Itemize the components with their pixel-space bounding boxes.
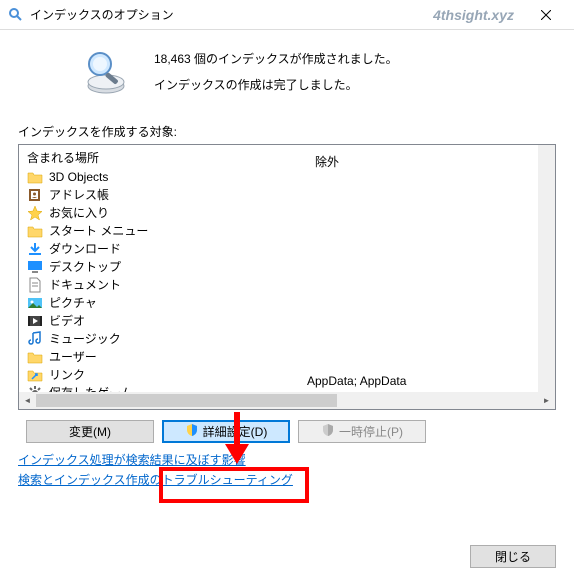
list-item-label: リンク <box>49 366 85 383</box>
list-item-label: デスクトップ <box>49 258 121 275</box>
scroll-right-button[interactable]: ► <box>538 392 555 409</box>
video-icon <box>27 313 43 329</box>
list-item-label: ユーザー <box>49 348 97 365</box>
advanced-label: 詳細設定(D) <box>203 423 268 440</box>
modify-label: 変更(M) <box>69 423 111 440</box>
scroll-track[interactable] <box>36 392 538 409</box>
titlebar: インデックスのオプション 4thsight.xyz <box>0 0 574 30</box>
troubleshoot-link[interactable]: 検索とインデックス作成のトラブルシューティング <box>18 471 556 488</box>
horizontal-scrollbar[interactable]: ◄ ► <box>19 392 555 409</box>
list-item[interactable]: 保存したゲーム <box>19 384 299 392</box>
list-item[interactable]: ピクチャ <box>19 294 299 312</box>
app-icon <box>8 7 24 23</box>
list-item[interactable]: ドキュメント <box>19 276 299 294</box>
window-title: インデックスのオプション <box>30 6 433 23</box>
list-item[interactable]: ビデオ <box>19 312 299 330</box>
list-item-label: 3D Objects <box>49 170 108 184</box>
download-icon <box>27 241 43 257</box>
addressbook-icon <box>27 187 43 203</box>
target-label: インデックスを作成する対象: <box>18 123 556 140</box>
list-item-label: ダウンロード <box>49 240 121 257</box>
pictures-icon <box>27 295 43 311</box>
included-column: 含まれる場所 3D Objects アドレス帳お気に入りスタート メニューダウンロ… <box>19 145 299 392</box>
list-item[interactable]: ダウンロード <box>19 240 299 258</box>
excluded-value: AppData; AppData <box>307 370 547 392</box>
list-item-label: 保存したゲーム <box>49 384 133 392</box>
close-icon <box>541 10 551 20</box>
star-icon <box>27 205 43 221</box>
list-item-label: ドキュメント <box>49 276 121 293</box>
advanced-button[interactable]: 詳細設定(D) <box>162 420 290 443</box>
list-item[interactable]: スタート メニュー <box>19 222 299 240</box>
pause-label: 一時停止(P) <box>339 423 403 440</box>
buttons-row: 変更(M) 詳細設定(D) 一時停止(P) <box>18 420 556 443</box>
list-item[interactable]: お気に入り <box>19 204 299 222</box>
impact-link[interactable]: インデックス処理が検索結果に及ぼす影響 <box>18 451 556 468</box>
list-item[interactable]: アドレス帳 <box>19 186 299 204</box>
index-status-line: インデックスの作成は完了しました。 <box>154 72 398 98</box>
list-item-label: ビデオ <box>49 312 85 329</box>
music-icon <box>27 331 43 347</box>
list-item[interactable]: リンク <box>19 366 299 384</box>
excluded-header: 除外 <box>307 149 547 172</box>
scroll-thumb[interactable] <box>36 394 337 407</box>
index-count-line: 18,463 個のインデックスが作成されました。 <box>154 46 398 72</box>
list-item[interactable]: ユーザー <box>19 348 299 366</box>
list-item-label: アドレス帳 <box>49 186 109 203</box>
shield-icon <box>321 423 335 440</box>
summary-text: 18,463 個のインデックスが作成されました。 インデックスの作成は完了しまし… <box>154 46 398 99</box>
list-item-label: ミュージック <box>49 330 121 347</box>
excluded-column: 除外 AppData; AppData <box>299 145 555 392</box>
close-dialog-button[interactable]: 閉じる <box>470 545 556 568</box>
shield-icon <box>185 423 199 440</box>
list-item-label: スタート メニュー <box>49 222 148 239</box>
document-icon <box>27 277 43 293</box>
close-button[interactable] <box>526 0 566 30</box>
summary-section: 18,463 個のインデックスが作成されました。 インデックスの作成は完了しまし… <box>18 40 556 117</box>
link-icon <box>27 367 43 383</box>
list-item[interactable]: ミュージック <box>19 330 299 348</box>
list-item-label: お気に入り <box>49 204 109 221</box>
watermark: 4thsight.xyz <box>433 7 514 23</box>
folder-icon <box>27 169 43 185</box>
close-label: 閉じる <box>495 548 531 565</box>
folder-icon <box>27 349 43 365</box>
list-item-label: ピクチャ <box>49 294 97 311</box>
list-item[interactable]: 3D Objects <box>19 168 299 186</box>
modify-button[interactable]: 変更(M) <box>26 420 154 443</box>
locations-listbox: 含まれる場所 3D Objects アドレス帳お気に入りスタート メニューダウンロ… <box>18 144 556 410</box>
list-item[interactable]: デスクトップ <box>19 258 299 276</box>
content: 18,463 個のインデックスが作成されました。 インデックスの作成は完了しまし… <box>0 30 574 501</box>
monitor-icon <box>27 259 43 275</box>
help-links: インデックス処理が検索結果に及ぼす影響 検索とインデックス作成のトラブルシューテ… <box>18 451 556 488</box>
folder-icon <box>27 223 43 239</box>
gear-icon <box>27 385 43 392</box>
pause-button: 一時停止(P) <box>298 420 426 443</box>
footer: 閉じる <box>470 545 556 568</box>
magnifier-drive-icon <box>82 48 130 96</box>
included-header: 含まれる場所 <box>19 145 299 168</box>
vertical-scrollbar[interactable] <box>538 145 555 392</box>
scroll-left-button[interactable]: ◄ <box>19 392 36 409</box>
